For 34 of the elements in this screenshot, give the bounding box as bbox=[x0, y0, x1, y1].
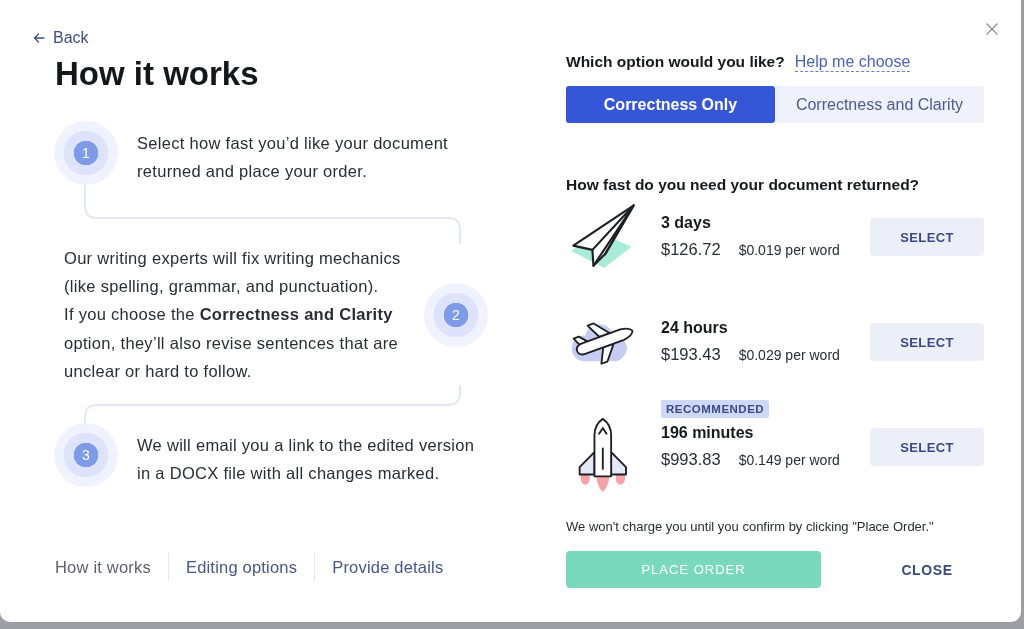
price: $193.43 bbox=[661, 344, 721, 365]
step-number: 1 bbox=[54, 121, 118, 185]
charge-note: We won't charge you until you confirm by clicking "Place Order." bbox=[566, 519, 935, 535]
nav-link[interactable]: Provide details bbox=[315, 555, 461, 579]
turnaround-title: 3 days bbox=[661, 213, 711, 233]
help-link[interactable]: Help me choose bbox=[794, 52, 911, 72]
step-description: We will email you a link to the edited version in a DOCX file with all changes marked. bbox=[137, 434, 476, 484]
step-description: Our writing experts will fix writing mechanics (like spelling, grammar, and punctuation). bbox=[64, 248, 402, 298]
per-word-price: $0.029 per word bbox=[738, 346, 840, 365]
step-number: 3 bbox=[54, 423, 118, 487]
turnaround-title: 24 hours bbox=[661, 318, 728, 338]
option-toggle[interactable]: Correctness and Clarity bbox=[775, 86, 984, 123]
nav-link[interactable]: Editing options bbox=[168, 555, 315, 579]
page-heading: How it works bbox=[55, 54, 259, 94]
close-button[interactable]: CLOSE bbox=[870, 551, 984, 588]
close-icon[interactable] bbox=[986, 23, 998, 35]
select-button[interactable]: SELECT bbox=[870, 323, 984, 361]
speed-question: How fast do you need your document returned? bbox=[566, 175, 921, 195]
option-toggle[interactable]: Correctness Only bbox=[566, 86, 775, 123]
step-description: Select how fast you’d like your document returned and place your order. bbox=[137, 132, 449, 182]
recommended-badge: RECOMMENDED bbox=[661, 400, 770, 418]
turnaround-title: 196 minutes bbox=[661, 423, 754, 443]
step-description: If you choose the Correctness and Clarity option, they’ll also revise sentences that are unclear or hard to follow. bbox=[64, 304, 399, 382]
option-question: Which option would you like? bbox=[566, 52, 785, 72]
per-word-price: $0.149 per word bbox=[738, 451, 840, 470]
nav-link[interactable]: How it works bbox=[55, 555, 168, 579]
select-button[interactable]: SELECT bbox=[870, 218, 984, 256]
step-number: 2 bbox=[424, 282, 488, 347]
back-arrow-icon bbox=[33, 33, 45, 43]
price: $126.72 bbox=[661, 239, 721, 260]
back-link[interactable]: Back bbox=[33, 28, 89, 48]
per-word-price: $0.019 per word bbox=[738, 241, 840, 260]
price: $993.83 bbox=[661, 449, 721, 470]
select-button[interactable]: SELECT bbox=[870, 428, 984, 466]
